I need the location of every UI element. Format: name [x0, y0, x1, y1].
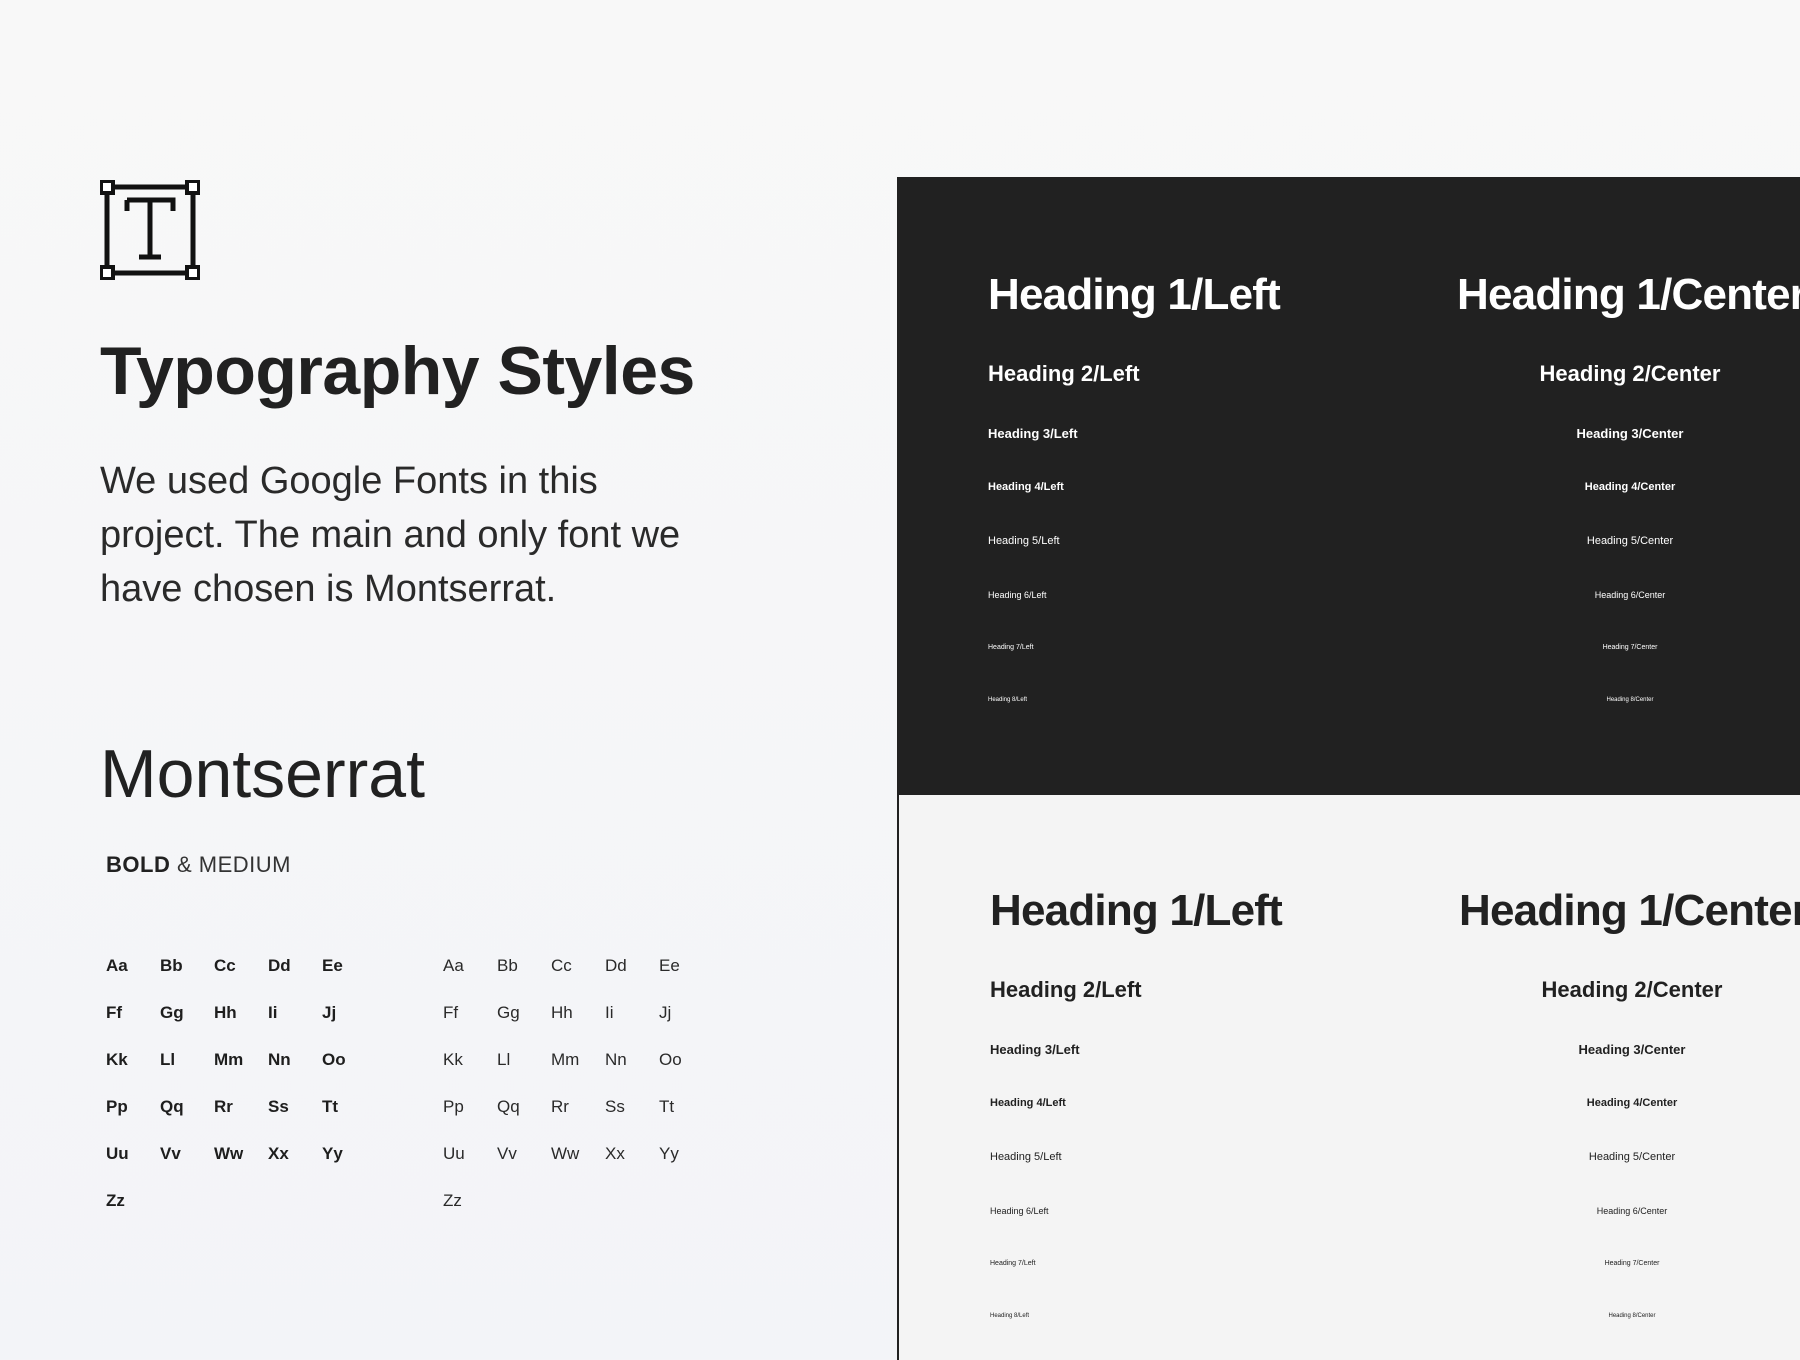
glyph-sample: Jj	[659, 1003, 672, 1022]
glyph-sample: Hh	[214, 1003, 237, 1022]
glyph-sample: Nn	[268, 1050, 291, 1069]
glyph-sample: Xx	[268, 1144, 289, 1163]
glyph-sample: Hh	[551, 1003, 573, 1022]
glyph-sample: Ww	[551, 1144, 580, 1163]
glyph-sample: Pp	[106, 1097, 128, 1116]
heading-sample: Heading 3/Left	[988, 426, 1078, 441]
font-weights-label: BOLD & MEDIUM	[106, 852, 291, 878]
text-frame-icon	[100, 180, 200, 280]
glyph-sample: Pp	[443, 1097, 464, 1116]
glyph-sample: Ff	[443, 1003, 459, 1022]
heading-sample: Heading 6/Center	[1596, 1206, 1668, 1216]
heading-sample: Heading 5/Center	[1586, 535, 1674, 547]
page-title: Typography Styles	[100, 333, 695, 409]
glyph-sample: Zz	[106, 1191, 125, 1210]
glyph-sample: Cc	[551, 956, 572, 975]
glyph-sample: Kk	[106, 1050, 128, 1069]
glyph-sample: Xx	[605, 1144, 625, 1163]
heading-sample: Heading 2/Center	[1541, 977, 1723, 1002]
glyph-sample: Ii	[268, 1003, 278, 1022]
glyph-sample: Ee	[659, 956, 680, 975]
glyph-sample: Ll	[497, 1050, 511, 1069]
glyph-sample: Aa	[443, 956, 464, 975]
heading-sample: Heading 6/Left	[990, 1206, 1049, 1216]
glyph-sample: Ee	[322, 956, 343, 975]
heading-sample: Heading 8/Left	[988, 697, 1028, 703]
glyph-sample: Qq	[497, 1097, 520, 1116]
intro-section: Typography Styles We used Google Fonts i…	[0, 0, 880, 1360]
glyph-sample: Bb	[160, 956, 183, 975]
glyph-sample: Ii	[605, 1003, 614, 1022]
light-heading-panel: Heading 1/Left Heading 1/Center Heading …	[897, 795, 1800, 1360]
glyph-sample: Qq	[160, 1097, 184, 1116]
glyph-sample: Vv	[160, 1144, 181, 1163]
heading-sample: Heading 4/Center	[1584, 481, 1676, 493]
heading-sample: Heading 8/Center	[1606, 697, 1654, 703]
intro-description: We used Google Fonts in this project. Th…	[100, 460, 681, 610]
glyph-sample: Oo	[322, 1050, 346, 1069]
heading-sample: Heading 4/Center	[1586, 1097, 1678, 1109]
glyph-sample: Dd	[268, 956, 291, 975]
heading-sample: Heading 3/Center	[1578, 1042, 1686, 1057]
glyph-sample: Uu	[443, 1144, 465, 1163]
glyph-sample: Mm	[214, 1050, 244, 1069]
glyph-sample: Ll	[160, 1050, 176, 1069]
glyph-sample: Rr	[214, 1097, 233, 1116]
heading-sample: Heading 2/Left	[990, 977, 1142, 1002]
glyph-sample: Zz	[443, 1191, 462, 1210]
heading-sample: Heading 7/Left	[990, 1260, 1036, 1267]
glyph-sample: Jj	[322, 1003, 337, 1022]
heading-sample: Heading 5/Left	[990, 1151, 1062, 1163]
heading-sample: Heading 7/Center	[1602, 644, 1658, 651]
glyph-sample: Dd	[605, 956, 627, 975]
glyph-sample: Gg	[497, 1003, 520, 1022]
dark-heading-panel: Heading 1/Left Heading 1/Center Heading …	[897, 177, 1800, 795]
glyph-sample: Ff	[106, 1003, 123, 1022]
glyph-sample: Cc	[214, 956, 236, 975]
glyph-sample: Nn	[605, 1050, 627, 1069]
glyph-sample: Yy	[322, 1144, 343, 1163]
glyph-sample: Yy	[659, 1144, 679, 1163]
heading-sample: Heading 4/Left	[988, 481, 1064, 493]
heading-sample: Heading 3/Left	[990, 1042, 1080, 1057]
heading-sample: Heading 8/Left	[990, 1313, 1030, 1319]
glyph-sample: Uu	[106, 1144, 129, 1163]
heading-sample: Heading 8/Center	[1608, 1313, 1656, 1319]
glyph-sample: Rr	[551, 1097, 569, 1116]
glyph-sample: Ww	[214, 1144, 244, 1163]
heading-sample: Heading 1/Center	[1459, 886, 1800, 935]
glyph-sample: Oo	[659, 1050, 682, 1069]
heading-sample: Heading 1/Left	[990, 886, 1283, 935]
heading-sample: Heading 7/Left	[988, 644, 1034, 651]
glyph-sample: Aa	[106, 956, 128, 975]
heading-sample: Heading 6/Left	[988, 590, 1047, 600]
glyph-grid-medium: Aa Bb Cc Dd Ee Ff Gg Hh Ii Jj Kk Ll Mm Nn Oo Pp Qq Rr Ss Tt…	[443, 955, 713, 1237]
heading-sample: Heading 7/Center	[1604, 1260, 1660, 1267]
font-name: Montserrat	[100, 736, 425, 812]
glyph-sample: Bb	[497, 956, 518, 975]
heading-sample: Heading 3/Center	[1576, 426, 1684, 441]
heading-sample: Heading 6/Center	[1594, 590, 1666, 600]
heading-sample: Heading 1/Center	[1457, 270, 1800, 319]
heading-sample: Heading 1/Left	[988, 270, 1281, 319]
weight-separator: &	[176, 852, 193, 877]
glyph-sample: Tt	[659, 1097, 675, 1116]
heading-sample: Heading 4/Left	[990, 1097, 1066, 1109]
heading-sample: Heading 5/Left	[988, 535, 1060, 547]
glyph-grid-bold: Aa Bb Cc Dd Ee Ff Gg Hh Ii Jj Kk Ll Mm Nn Oo Pp Qq Rr Ss Tt…	[106, 955, 376, 1237]
weight-medium-label: MEDIUM	[198, 852, 291, 877]
heading-sample: Heading 5/Center	[1588, 1151, 1676, 1163]
glyph-sample: Ss	[605, 1097, 625, 1116]
glyph-sample: Tt	[322, 1097, 339, 1116]
glyph-sample: Gg	[160, 1003, 184, 1022]
heading-sample: Heading 2/Left	[988, 361, 1140, 386]
glyph-sample: Kk	[443, 1050, 463, 1069]
heading-sample: Heading 2/Center	[1539, 361, 1721, 386]
weight-bold-label: BOLD	[106, 852, 171, 877]
glyph-sample: Ss	[268, 1097, 289, 1116]
glyph-sample: Vv	[497, 1144, 517, 1163]
glyph-sample: Mm	[551, 1050, 580, 1069]
